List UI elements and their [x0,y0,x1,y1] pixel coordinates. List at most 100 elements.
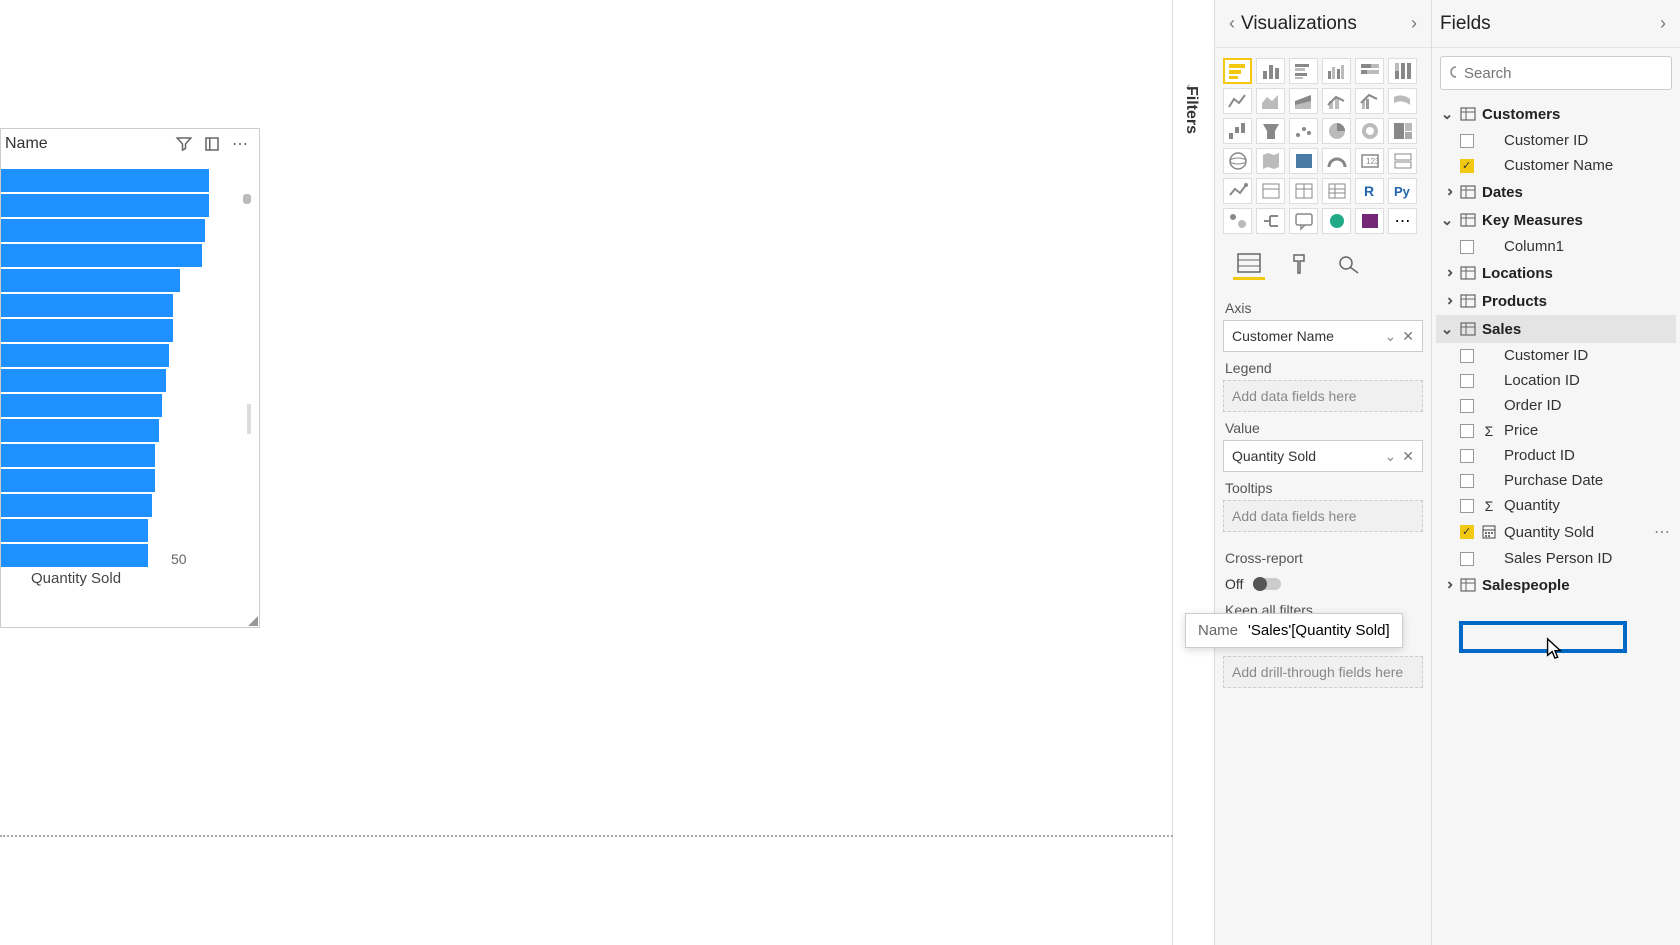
field-quantity-sold[interactable]: Quantity Sold⋯ [1436,518,1676,546]
field-location-id[interactable]: Location ID [1436,368,1676,393]
bar[interactable] [1,319,241,342]
gauge-icon[interactable] [1322,148,1351,174]
remove-field-icon[interactable]: ✕ [1402,328,1414,345]
pie-chart-icon[interactable] [1322,118,1351,144]
remove-field-icon[interactable]: ✕ [1402,448,1414,465]
focus-mode-icon[interactable] [203,135,221,153]
chevron-right-icon[interactable]: › [1654,13,1672,34]
waterfall-chart-icon[interactable] [1223,118,1252,144]
get-more-visuals-icon[interactable]: ⋯ [1388,208,1417,234]
stacked-bar-chart-icon[interactable] [1223,58,1252,84]
report-canvas[interactable]: Name ⋯ 50 Quantity Sold [0,0,1173,945]
checkbox[interactable] [1460,399,1474,413]
clustered-bar-chart-icon[interactable] [1289,58,1318,84]
decomposition-tree-icon[interactable] [1256,208,1285,234]
value-well[interactable]: Quantity Sold ⌄ ✕ [1223,440,1423,472]
bar[interactable] [1,369,241,392]
ribbon-chart-icon[interactable] [1388,88,1417,114]
more-icon[interactable]: ⋯ [1654,522,1672,542]
fields-search[interactable] [1440,56,1672,90]
drillthrough-well[interactable]: Add drill-through fields here [1223,656,1423,688]
checkbox[interactable] [1460,525,1474,539]
fields-tab[interactable] [1233,248,1265,280]
table-customers[interactable]: ⌄Customers [1436,100,1676,128]
powerapps-icon[interactable] [1355,208,1384,234]
field-sales-person-id[interactable]: Sales Person ID [1436,546,1676,571]
card-icon[interactable]: 123 [1355,148,1384,174]
filters-pane-collapsed[interactable]: Filters [1176,60,1206,160]
field-customer-id[interactable]: Customer ID [1436,343,1676,368]
bar[interactable] [1,469,241,492]
tooltips-well[interactable]: Add data fields here [1223,500,1423,532]
hundred-stacked-bar-icon[interactable] [1355,58,1384,84]
checkbox[interactable] [1460,374,1474,388]
filter-icon[interactable] [175,135,193,153]
chevron-right-icon[interactable]: › [1405,13,1423,34]
treemap-icon[interactable] [1388,118,1417,144]
bar[interactable] [1,519,241,542]
line-chart-icon[interactable] [1223,88,1252,114]
bar[interactable] [1,169,241,192]
search-input[interactable] [1464,65,1663,82]
bar[interactable] [1,544,241,567]
chevron-left-icon[interactable]: ‹ [1223,13,1241,34]
filled-map-icon[interactable] [1256,148,1285,174]
clustered-column-chart-icon[interactable] [1322,58,1351,84]
checkbox[interactable] [1460,552,1474,566]
chevron-down-icon[interactable]: ⌄ [1385,448,1397,465]
bar[interactable] [1,444,241,467]
analytics-tab[interactable] [1333,248,1365,280]
checkbox[interactable] [1460,424,1474,438]
field-price[interactable]: ΣPrice [1436,418,1676,443]
bar[interactable] [1,294,241,317]
axis-well[interactable]: Customer Name ⌄ ✕ [1223,320,1423,352]
bar[interactable] [1,494,241,517]
checkbox[interactable] [1460,240,1474,254]
cross-report-toggle[interactable]: Off [1223,572,1423,596]
line-stacked-column-icon[interactable] [1322,88,1351,114]
table-dates[interactable]: ⌄Dates [1436,178,1676,206]
bar[interactable] [1,244,241,267]
checkbox[interactable] [1460,499,1474,513]
funnel-chart-icon[interactable] [1256,118,1285,144]
table-salespeople[interactable]: ⌄Salespeople [1436,571,1676,599]
shape-map-icon[interactable] [1289,148,1318,174]
checkbox[interactable] [1460,449,1474,463]
key-influencers-icon[interactable] [1223,208,1252,234]
legend-well[interactable]: Add data fields here [1223,380,1423,412]
bar[interactable] [1,419,241,442]
bar-chart-visual[interactable]: Name ⋯ 50 Quantity Sold [0,128,260,628]
table-products[interactable]: ⌄Products [1436,287,1676,315]
checkbox[interactable] [1460,474,1474,488]
bar[interactable] [1,344,241,367]
qa-visual-icon[interactable] [1289,208,1318,234]
field-customer-id[interactable]: Customer ID [1436,128,1676,153]
hundred-stacked-column-icon[interactable] [1388,58,1417,84]
donut-chart-icon[interactable] [1355,118,1384,144]
field-order-id[interactable]: Order ID [1436,393,1676,418]
matrix-icon[interactable] [1322,178,1351,204]
scatter-chart-icon[interactable] [1289,118,1318,144]
format-tab[interactable] [1283,248,1315,280]
bar[interactable] [1,394,241,417]
map-icon[interactable] [1223,148,1252,174]
kpi-icon[interactable] [1223,178,1252,204]
slicer-icon[interactable] [1256,178,1285,204]
table-sales[interactable]: ⌄Sales [1436,315,1676,343]
field-purchase-date[interactable]: Purchase Date [1436,468,1676,493]
checkbox[interactable] [1460,134,1474,148]
table-icon[interactable] [1289,178,1318,204]
line-clustered-column-icon[interactable] [1355,88,1384,114]
stacked-area-chart-icon[interactable] [1289,88,1318,114]
bar[interactable] [1,219,241,242]
table-key_measures[interactable]: ⌄Key Measures [1436,206,1676,234]
chart-scrollbar[interactable] [243,194,251,594]
checkbox[interactable] [1460,349,1474,363]
python-visual-icon[interactable]: Py [1388,178,1417,204]
table-locations[interactable]: ⌄Locations [1436,259,1676,287]
resize-handle[interactable] [247,615,259,627]
r-visual-icon[interactable]: R [1355,178,1384,204]
field-customer-name[interactable]: Customer Name [1436,153,1676,178]
arcgis-icon[interactable] [1322,208,1351,234]
bar[interactable] [1,269,241,292]
